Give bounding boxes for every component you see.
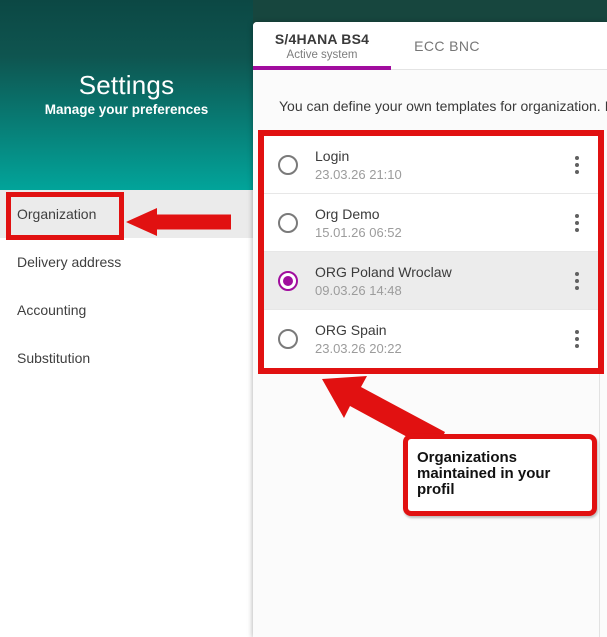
sidebar-item-delivery-address[interactable]: Delivery address: [0, 238, 253, 286]
list-item-org-demo[interactable]: Org Demo 15.01.26 06:52: [264, 194, 598, 252]
tab-sublabel: Active system: [287, 49, 358, 61]
list-item-text: ORG Spain 23.03.26 20:22: [315, 322, 402, 356]
list-item-timestamp: 09.03.26 14:48: [315, 283, 452, 298]
settings-content-card: S/4HANA BS4 Active system ECC BNC You ca…: [253, 22, 607, 637]
sidebar-item-label: Substitution: [17, 350, 90, 366]
list-item-org-spain[interactable]: ORG Spain 23.03.26 20:22: [264, 310, 598, 368]
organization-template-list: Login 23.03.26 21:10 Org Demo 15.01.26 0…: [258, 130, 604, 374]
kebab-menu-icon[interactable]: [573, 270, 581, 292]
tab-label: ECC BNC: [414, 38, 480, 54]
radio-button-icon[interactable]: [278, 213, 298, 233]
sidebar-item-label: Accounting: [17, 302, 86, 318]
system-tabbar: S/4HANA BS4 Active system ECC BNC: [253, 22, 607, 70]
list-item-title: ORG Poland Wroclaw: [315, 264, 452, 280]
list-item-title: ORG Spain: [315, 322, 402, 338]
tab-label: S/4HANA BS4: [275, 31, 369, 47]
list-item-text: ORG Poland Wroclaw 09.03.26 14:48: [315, 264, 452, 298]
settings-sidebar: Settings Manage your preferences Organiz…: [0, 0, 253, 637]
list-item-timestamp: 15.01.26 06:52: [315, 225, 402, 240]
kebab-menu-icon[interactable]: [573, 154, 581, 176]
kebab-menu-icon[interactable]: [573, 212, 581, 234]
sidebar-nav: Organization Delivery address Accounting…: [0, 190, 253, 382]
active-tab-indicator: [253, 66, 391, 70]
panel-edge-divider: [599, 374, 600, 637]
settings-header: Settings Manage your preferences: [0, 0, 253, 190]
list-item-title: Org Demo: [315, 206, 402, 222]
radio-button-selected-icon[interactable]: [278, 271, 298, 291]
templates-description: You can define your own templates for or…: [279, 98, 607, 114]
sidebar-item-label: Organization: [17, 206, 96, 222]
list-item-login[interactable]: Login 23.03.26 21:10: [264, 136, 598, 194]
callout-text: Organizations maintained in your profil: [417, 449, 550, 498]
page-title: Settings: [0, 70, 253, 101]
list-item-text: Org Demo 15.01.26 06:52: [315, 206, 402, 240]
list-item-org-poland-wroclaw[interactable]: ORG Poland Wroclaw 09.03.26 14:48: [264, 252, 598, 310]
sidebar-item-accounting[interactable]: Accounting: [0, 286, 253, 334]
page-subtitle: Manage your preferences: [0, 102, 253, 117]
radio-button-icon[interactable]: [278, 155, 298, 175]
list-item-timestamp: 23.03.26 21:10: [315, 167, 402, 182]
tab-ecc-bnc[interactable]: ECC BNC: [391, 22, 503, 69]
organizations-callout: Organizations maintained in your profil: [403, 434, 597, 516]
sidebar-item-organization[interactable]: Organization: [0, 190, 253, 238]
list-item-title: Login: [315, 148, 402, 164]
sidebar-item-substitution[interactable]: Substitution: [0, 334, 253, 382]
radio-button-icon[interactable]: [278, 329, 298, 349]
sidebar-item-label: Delivery address: [17, 254, 121, 270]
kebab-menu-icon[interactable]: [573, 328, 581, 350]
list-item-timestamp: 23.03.26 20:22: [315, 341, 402, 356]
tab-s4hana-bs4[interactable]: S/4HANA BS4 Active system: [253, 22, 391, 69]
list-item-text: Login 23.03.26 21:10: [315, 148, 402, 182]
